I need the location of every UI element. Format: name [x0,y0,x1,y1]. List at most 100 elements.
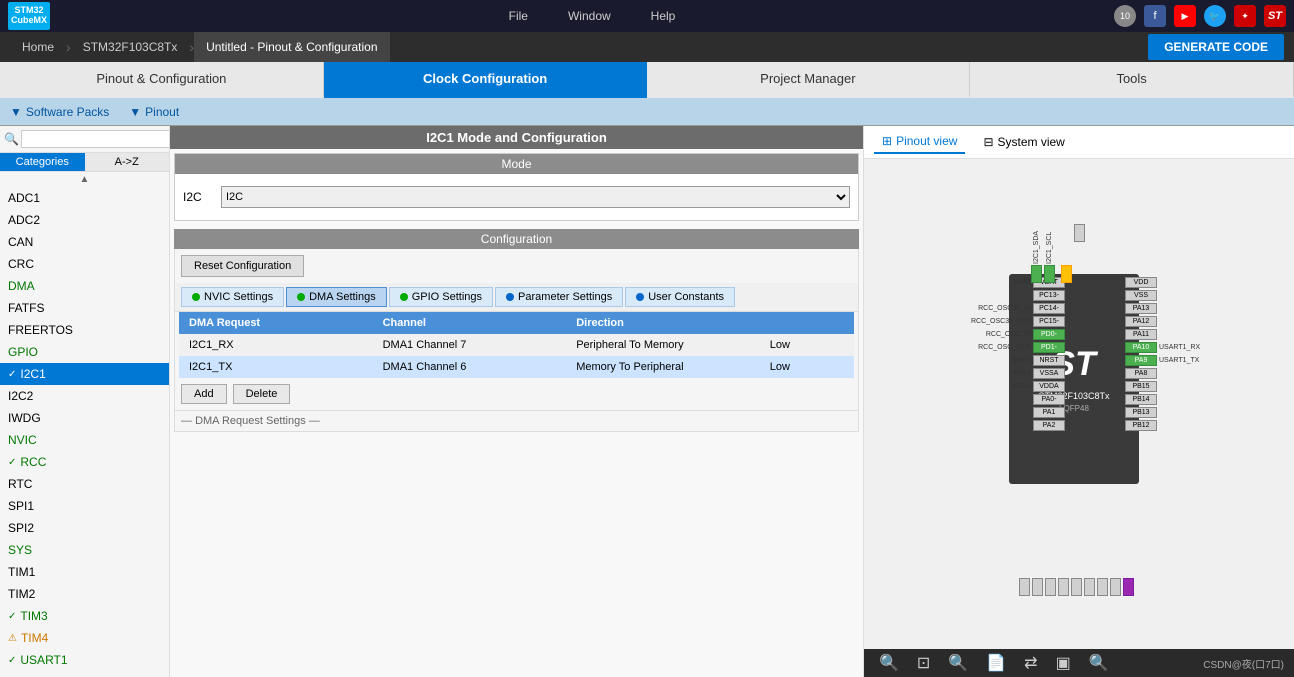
zoom-out-button[interactable]: 🔍 [874,653,904,673]
reset-config-button[interactable]: Reset Configuration [181,255,304,277]
generate-code-button[interactable]: GENERATE CODE [1148,34,1284,60]
table-row[interactable]: I2C1_RX DMA1 Channel 7 Peripheral To Mem… [179,334,854,356]
sidebar-item-nvic[interactable]: NVIC [0,429,169,451]
sidebar-item-crc[interactable]: CRC [0,253,169,275]
sidebar-item-tim3[interactable]: ✓ TIM3 [0,605,169,627]
nvic-label: NVIC [8,433,37,447]
row2-request: I2C1_TX [185,359,379,375]
facebook-icon[interactable]: f [1144,5,1166,27]
zoom-in-button[interactable]: 🔍 [943,653,973,673]
subtab-software-packs-label: Software Packs [26,105,109,119]
bottom-status: CSDN@夜(口7口) [1203,656,1284,671]
pin-pd1: RCC_OSC_OUT PD1- [971,342,1065,353]
pin-pa2: PA2 [971,420,1065,431]
settings-tab-gpio[interactable]: GPIO Settings [389,287,493,307]
sidebar-item-freertos[interactable]: FREERTOS [0,319,169,341]
pin-pb15: PB15 [1125,381,1229,392]
sidebar-item-adc2[interactable]: ADC2 [0,209,169,231]
sidebar-tab-categories[interactable]: Categories [0,153,85,171]
settings-tab-nvic[interactable]: NVIC Settings [181,287,284,307]
main-layout: 🔍 ▼ ⚙ Categories A->Z ▲ ADC1 ADC2 CAN CR… [0,126,1294,677]
gpio-label: GPIO [8,345,38,359]
sidebar-item-i2c1[interactable]: ✓ I2C1 [0,363,169,385]
st-logo-icon[interactable]: ST [1264,5,1286,27]
table-row[interactable]: I2C1_TX DMA1 Channel 6 Memory To Periphe… [179,356,854,378]
sidebar-item-rcc[interactable]: ✓ RCC [0,451,169,473]
menu-window[interactable]: Window [568,9,611,23]
sidebar-item-can[interactable]: CAN [0,231,169,253]
tab-pinout[interactable]: Pinout & Configuration [0,62,324,98]
gpio-dot [400,293,408,301]
top-pin-extra-box [1074,224,1085,242]
fit-view-button[interactable]: ⊡ [912,653,935,673]
user-const-dot [636,293,644,301]
sidebar-item-tim1[interactable]: TIM1 [0,561,169,583]
pinout-view-tab[interactable]: ⊞ Pinout view [874,130,965,154]
sidebar-item-tim2[interactable]: TIM2 [0,583,169,605]
top-icons: 10 f ▶ 🐦 ✦ ST [1114,5,1286,27]
gpio-tab-label: GPIO Settings [412,291,482,303]
pin-vbat-label: VBAT [971,279,1031,286]
settings-tab-dma[interactable]: DMA Settings [286,287,387,307]
sidebar-item-sys[interactable]: SYS [0,539,169,561]
rotate-button[interactable]: ⇄ [1019,653,1042,673]
system-view-tab[interactable]: ⊟ System view [975,131,1072,153]
menu-file[interactable]: File [509,9,528,23]
settings-tab-parameter[interactable]: Parameter Settings [495,287,623,307]
sidebar-item-rtc[interactable]: RTC [0,473,169,495]
add-button[interactable]: Add [181,384,227,404]
sidebar-item-spi1[interactable]: SPI1 [0,495,169,517]
subtab-software-packs[interactable]: ▼ Software Packs [10,105,109,119]
mode-content: I2C I2C SMBus-Alert-mode SMBus-Two-Wire-… [175,174,858,220]
sidebar-item-usart2[interactable]: USART2 [0,671,169,677]
search-chip-button[interactable]: 🔍 [1084,653,1114,673]
delete-button[interactable]: Delete [233,384,291,404]
pin-pd0: RCC_OSC_IN PD0- [971,329,1065,340]
pin-pc15-label: RCC_OSC32_OUT [971,318,1031,325]
st-social-icon[interactable]: ✦ [1234,5,1256,27]
pin-pa9: PA9 USART1_TX [1125,355,1229,366]
action-buttons: Add Delete [175,378,858,410]
breadcrumb-home[interactable]: Home [10,32,66,62]
tab-tools[interactable]: Tools [970,62,1294,98]
adc1-label: ADC1 [8,191,40,205]
pin-vssa: VSSA VSSA [971,368,1065,379]
screenshot-button[interactable]: 📄 [981,653,1011,673]
tab-clock[interactable]: Clock Configuration [324,62,647,98]
pin-pa2-box: PA2 [1033,420,1065,431]
settings-tab-user-constants[interactable]: User Constants [625,287,735,307]
sidebar-item-dma[interactable]: DMA [0,275,169,297]
menu-help[interactable]: Help [651,9,676,23]
sidebar-item-iwdg[interactable]: IWDG [0,407,169,429]
logo-box: STM32CubeMX [8,2,50,30]
sidebar-item-gpio[interactable]: GPIO [0,341,169,363]
sidebar-item-adc1[interactable]: ADC1 [0,187,169,209]
config-panel-title: I2C1 Mode and Configuration [170,126,863,149]
pin-pc15-box: PC15- [1033,316,1065,327]
chip-area: ST STM32F103C8Tx LQFP48 VBAT VBAT PC13- [864,159,1294,649]
sidebar-item-spi2[interactable]: SPI2 [0,517,169,539]
anniversary-icon: 10 [1114,5,1136,27]
youtube-icon[interactable]: ▶ [1174,5,1196,27]
nvic-tab-label: NVIC Settings [204,291,273,303]
pin-pa0-box: PA0- [1033,394,1065,405]
sidebar-item-usart1[interactable]: ✓ USART1 [0,649,169,671]
twitter-icon[interactable]: 🐦 [1204,5,1226,27]
breadcrumb-config[interactable]: Untitled - Pinout & Configuration [194,32,389,62]
pin-pa1: PA1 [971,407,1065,418]
grid-button[interactable]: ▣ [1051,653,1076,673]
sidebar-item-fatfs[interactable]: FATFS [0,297,169,319]
pin-vssa-label: VSSA [971,370,1031,377]
pin-pb14: PB14 [1125,394,1229,405]
tab-project-manager[interactable]: Project Manager [647,62,971,98]
breadcrumb-device[interactable]: STM32F103C8Tx [71,32,190,62]
sidebar-item-tim4[interactable]: ⚠ TIM4 [0,627,169,649]
search-input[interactable] [21,130,170,148]
pin-vssa-box: VSSA [1033,368,1065,379]
sidebar-tab-atoz[interactable]: A->Z [85,153,170,171]
mode-select[interactable]: I2C SMBus-Alert-mode SMBus-Two-Wire-Inte… [221,186,850,208]
bot-pin-4 [1058,578,1069,596]
subtab-pinout[interactable]: ▼ Pinout [129,105,179,119]
pin-pc13-box: PC13- [1033,290,1065,301]
sidebar-item-i2c2[interactable]: I2C2 [0,385,169,407]
